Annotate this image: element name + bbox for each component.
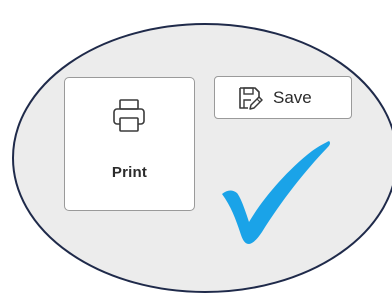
highlight-ellipse [12,23,392,293]
save-as-icon [239,87,263,110]
save-button[interactable]: Save [214,76,352,119]
save-button-label: Save [273,88,312,107]
printer-icon [113,99,145,132]
annotated-screenshot: Print Save [0,0,392,293]
print-button-label: Print [111,164,148,181]
print-button[interactable]: Print [64,77,195,211]
